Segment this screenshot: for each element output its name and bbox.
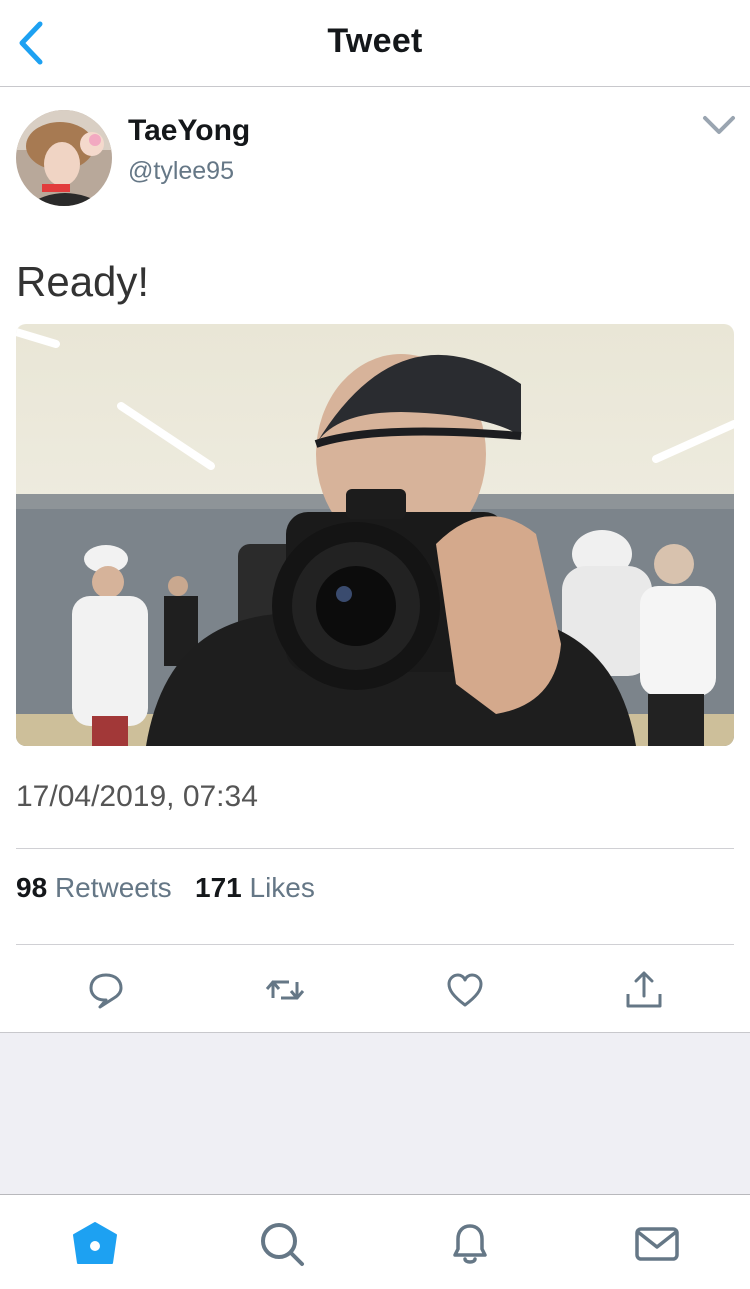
retweets-label[interactable]: Retweets	[55, 872, 172, 903]
page-title: Tweet	[327, 22, 423, 60]
retweet-count[interactable]: 98	[16, 872, 47, 903]
share-icon	[626, 971, 662, 1008]
author-display-name[interactable]: TaeYong	[128, 114, 250, 148]
mail-icon	[635, 1227, 679, 1261]
tweet-timestamp: 17/04/2019, 07:34	[16, 780, 258, 813]
tab-bar	[0, 1194, 750, 1289]
more-options-button[interactable]	[700, 110, 738, 140]
search-icon	[261, 1223, 304, 1266]
share-button[interactable]	[622, 968, 666, 1012]
empty-background	[0, 1033, 750, 1194]
tweet-actions	[0, 950, 750, 1033]
retweet-icon	[265, 980, 305, 1000]
home-icon	[73, 1222, 117, 1264]
like-button[interactable]	[443, 968, 487, 1012]
reply-button[interactable]	[84, 968, 128, 1012]
nav-header: Tweet	[0, 0, 750, 87]
like-count[interactable]: 171	[195, 872, 242, 903]
divider	[16, 848, 734, 849]
heart-icon	[447, 973, 483, 1007]
chevron-down-icon	[703, 116, 735, 134]
tweet-media[interactable]	[16, 324, 734, 746]
tab-home[interactable]	[70, 1219, 120, 1269]
reply-icon	[89, 973, 123, 1009]
tweet-stats: 98 Retweets 171 Likes	[16, 872, 315, 904]
divider	[16, 944, 734, 945]
tab-notifications[interactable]	[445, 1219, 495, 1269]
tweet-text: Ready!	[16, 258, 150, 305]
avatar[interactable]	[16, 110, 112, 206]
tab-messages[interactable]	[632, 1219, 682, 1269]
author-handle[interactable]: @tylee95	[128, 157, 234, 186]
photo-image	[16, 324, 734, 746]
tab-search[interactable]	[257, 1219, 307, 1269]
retweet-button[interactable]	[263, 968, 307, 1012]
likes-label[interactable]: Likes	[250, 872, 315, 903]
avatar-image	[16, 110, 112, 206]
bell-icon	[453, 1224, 487, 1264]
